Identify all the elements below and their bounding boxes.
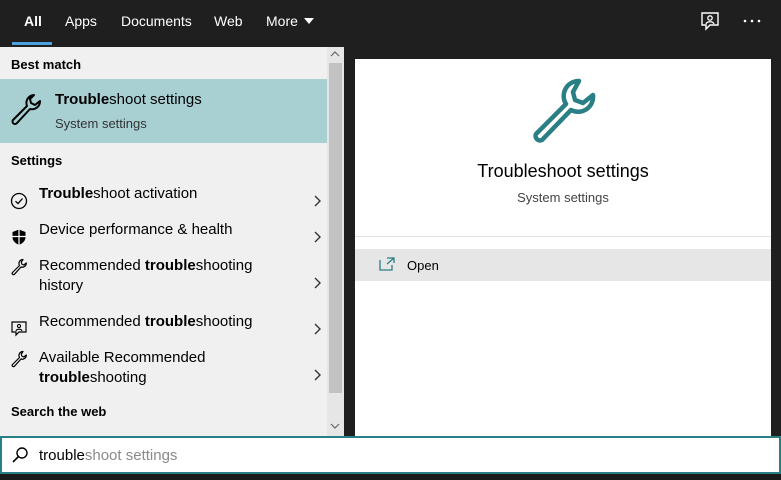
search-icon xyxy=(12,447,28,463)
feedback-icon xyxy=(11,321,27,337)
check-circle-icon xyxy=(10,192,28,210)
open-icon xyxy=(379,257,395,271)
best-match-heading: Best match xyxy=(11,57,82,72)
tab-more[interactable]: More xyxy=(266,0,314,47)
results-list: Best match Troubleshoot settings System … xyxy=(0,47,327,436)
search-web-heading: Search the web xyxy=(11,404,107,419)
result-troubleshoot-activation[interactable]: Troubleshoot activation xyxy=(0,183,327,219)
results-scrollbar[interactable] xyxy=(327,47,344,436)
wrench-icon xyxy=(11,94,41,125)
search-box[interactable]: troubleshoot settings xyxy=(0,436,781,474)
chevron-right-icon xyxy=(314,323,321,335)
preview-divider xyxy=(355,236,771,237)
scroll-up-icon[interactable] xyxy=(330,49,340,59)
chevron-right-icon xyxy=(314,231,321,243)
result-recommended-troubleshooting[interactable]: Recommended troubleshooting xyxy=(0,311,327,347)
chevron-down-icon xyxy=(303,18,314,24)
taskbar-edge xyxy=(0,474,781,480)
preview-title: Troubleshoot settings xyxy=(477,161,649,181)
tab-more-label: More xyxy=(266,13,298,29)
open-label: Open xyxy=(407,258,439,273)
result-device-performance[interactable]: Device performance & health xyxy=(0,219,327,255)
shield-icon xyxy=(12,229,26,245)
search-input[interactable]: troubleshoot settings xyxy=(39,447,177,464)
tab-documents[interactable]: Documents xyxy=(121,0,192,47)
result-label: Troubleshoot activation xyxy=(39,185,198,202)
preview-pane: Troubleshoot settings System settings Op… xyxy=(355,59,771,436)
best-match-item[interactable]: Troubleshoot settings System settings xyxy=(0,79,327,143)
chevron-right-icon xyxy=(314,369,321,381)
scroll-down-icon[interactable] xyxy=(330,421,340,431)
tab-web[interactable]: Web xyxy=(214,0,243,47)
more-options-icon[interactable] xyxy=(740,9,764,33)
wrench-icon xyxy=(11,258,27,276)
result-label: Available Recommended troubleshooting xyxy=(39,349,206,386)
search-typed-text: trouble xyxy=(39,447,85,464)
scrollbar-thumb[interactable] xyxy=(329,63,342,393)
result-label: Device performance & health xyxy=(39,221,233,238)
best-match-title: Troubleshoot settings xyxy=(55,91,202,108)
settings-heading: Settings xyxy=(11,153,63,168)
chevron-right-icon xyxy=(314,195,321,207)
wrench-icon xyxy=(11,350,27,368)
result-recommended-troubleshooting-history[interactable]: Recommended troubleshooting history xyxy=(0,255,327,311)
chevron-right-icon xyxy=(314,277,321,289)
best-match-subtitle: System settings xyxy=(55,116,147,131)
preview-subtitle: System settings xyxy=(517,190,609,205)
tab-all-underline xyxy=(12,42,52,45)
search-filter-bar: All Apps Documents Web More xyxy=(0,0,781,47)
open-button[interactable]: Open xyxy=(355,249,771,281)
search-autocomplete: shoot settings xyxy=(84,447,178,464)
wrench-icon xyxy=(533,78,596,143)
result-label: Recommended troubleshooting history xyxy=(39,257,253,294)
result-available-recommended-troubleshooting[interactable]: Available Recommended troubleshooting xyxy=(0,347,327,403)
tab-all[interactable]: All xyxy=(24,0,42,47)
feedback-icon[interactable] xyxy=(698,9,722,33)
tab-apps[interactable]: Apps xyxy=(65,0,97,47)
result-label: Recommended troubleshooting xyxy=(39,313,253,330)
